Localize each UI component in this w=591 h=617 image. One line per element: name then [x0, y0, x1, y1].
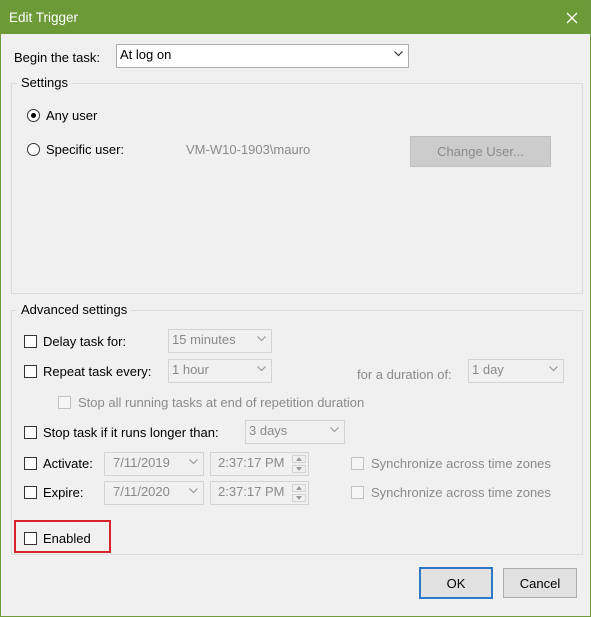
spin-down-button[interactable]	[292, 494, 306, 502]
chevron-down-icon	[189, 459, 198, 465]
chevron-down-icon	[549, 366, 558, 372]
ok-button[interactable]: OK	[419, 567, 493, 599]
duration-value: 1 day	[472, 362, 504, 377]
close-button[interactable]	[554, 1, 590, 34]
specific-user-label[interactable]: Specific user:	[46, 142, 124, 157]
repeat-task-checkbox[interactable]	[24, 365, 37, 378]
delay-task-label[interactable]: Delay task for:	[43, 334, 126, 349]
cancel-button[interactable]: Cancel	[503, 568, 577, 598]
chevron-down-icon	[394, 51, 403, 57]
change-user-button[interactable]: Change User...	[410, 136, 551, 167]
close-icon	[566, 12, 578, 23]
begin-task-value: At log on	[120, 47, 172, 62]
stop-longer-checkbox[interactable]	[24, 426, 37, 439]
chevron-down-icon	[257, 366, 266, 372]
delay-task-checkbox[interactable]	[24, 335, 37, 348]
activate-date-value: 7/11/2019	[113, 455, 170, 470]
advanced-settings-title: Advanced settings	[17, 302, 132, 317]
chevron-down-icon	[257, 336, 266, 342]
spin-up-icon	[296, 457, 302, 461]
expire-sync-checkbox[interactable]	[351, 486, 364, 499]
expire-checkbox[interactable]	[24, 486, 37, 499]
begin-task-label: Begin the task:	[14, 50, 100, 65]
delay-task-select[interactable]: 15 minutes	[168, 329, 272, 353]
expire-time-value: 2:37:17 PM	[218, 484, 285, 499]
activate-sync-checkbox[interactable]	[351, 457, 364, 470]
stop-running-label: Stop all running tasks at end of repetit…	[78, 395, 365, 410]
activate-time-value: 2:37:17 PM	[218, 455, 285, 470]
spin-down-icon	[296, 467, 302, 471]
spin-down-button[interactable]	[292, 465, 306, 473]
expire-label[interactable]: Expire:	[43, 485, 83, 500]
duration-select[interactable]: 1 day	[468, 359, 564, 383]
stop-longer-select[interactable]: 3 days	[245, 420, 345, 444]
activate-label[interactable]: Activate:	[43, 456, 93, 471]
expire-time-picker[interactable]: 2:37:17 PM	[210, 481, 309, 505]
spin-up-icon	[296, 486, 302, 490]
stop-longer-label[interactable]: Stop task if it runs longer than:	[43, 425, 219, 440]
expire-sync-label: Synchronize across time zones	[371, 485, 551, 500]
delay-task-value: 15 minutes	[172, 332, 236, 347]
expire-date-value: 7/11/2020	[113, 484, 170, 499]
any-user-label[interactable]: Any user	[46, 108, 97, 123]
specific-user-radio[interactable]	[27, 143, 40, 156]
repeat-task-select[interactable]: 1 hour	[168, 359, 272, 383]
activate-date-picker[interactable]: 7/11/2019	[104, 452, 204, 476]
activate-sync-label: Synchronize across time zones	[371, 456, 551, 471]
title-bar: Edit Trigger	[1, 1, 590, 34]
activate-time-picker[interactable]: 2:37:17 PM	[210, 452, 309, 476]
repeat-task-value: 1 hour	[172, 362, 209, 377]
enabled-label[interactable]: Enabled	[43, 531, 91, 546]
settings-group-title: Settings	[17, 75, 72, 90]
duration-label: for a duration of:	[357, 367, 452, 382]
enabled-checkbox[interactable]	[24, 532, 37, 545]
chevron-down-icon	[189, 488, 198, 494]
stop-running-checkbox[interactable]	[58, 396, 71, 409]
spin-up-button[interactable]	[292, 484, 306, 492]
edit-trigger-dialog: Edit Trigger Begin the task: At log on S…	[0, 0, 591, 617]
expire-time-spinner[interactable]	[292, 484, 306, 502]
any-user-radio[interactable]	[27, 109, 40, 122]
spin-up-button[interactable]	[292, 455, 306, 463]
expire-date-picker[interactable]: 7/11/2020	[104, 481, 204, 505]
window-title: Edit Trigger	[9, 10, 79, 25]
chevron-down-icon	[330, 427, 339, 433]
repeat-task-label[interactable]: Repeat task every:	[43, 364, 151, 379]
activate-time-spinner[interactable]	[292, 455, 306, 473]
spin-down-icon	[296, 496, 302, 500]
stop-longer-value: 3 days	[249, 423, 288, 438]
begin-task-select[interactable]: At log on	[116, 44, 409, 68]
user-name-text: VM-W10-1903\mauro	[186, 142, 311, 157]
activate-checkbox[interactable]	[24, 457, 37, 470]
